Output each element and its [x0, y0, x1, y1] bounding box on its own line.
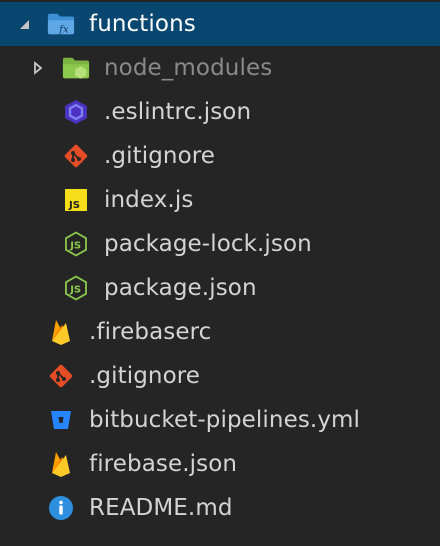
tree-item-label: .gitignore: [104, 143, 216, 169]
tree-item-readme[interactable]: README.md: [0, 486, 440, 530]
tree-item-label: functions: [89, 11, 196, 37]
tree-item-label: index.js: [104, 187, 194, 213]
tree-item-eslintrc[interactable]: .eslintrc.json: [0, 90, 440, 134]
file-explorer: fx functions node_modules .eslintrc.json: [0, 0, 440, 546]
info-icon: [47, 486, 75, 530]
firebase-icon: [47, 442, 75, 486]
svg-text:fx: fx: [58, 23, 69, 35]
tree-item-firebase-json[interactable]: firebase.json: [0, 442, 440, 486]
tree-item-label: package.json: [104, 275, 257, 301]
tree-item-gitignore[interactable]: .gitignore: [0, 354, 440, 398]
git-icon: [47, 354, 75, 398]
tree-item-package-lock-json[interactable]: JS package-lock.json: [0, 222, 440, 266]
tree-item-index-js[interactable]: JS index.js: [0, 178, 440, 222]
svg-text:JS: JS: [69, 285, 81, 296]
tree-item-bitbucket-pipelines[interactable]: bitbucket-pipelines.yml: [0, 398, 440, 442]
tree-item-label: firebase.json: [89, 451, 238, 477]
functions-folder-icon: fx: [47, 2, 75, 46]
tree-item-label: .eslintrc.json: [104, 99, 252, 125]
tree-item-label: node_modules: [104, 55, 273, 81]
tree-item-functions-folder[interactable]: fx functions: [0, 2, 440, 46]
eslint-icon: [62, 90, 90, 134]
bitbucket-icon: [47, 398, 75, 442]
tree-item-label: package-lock.json: [104, 231, 312, 257]
chevron-right-icon[interactable]: [28, 46, 48, 90]
tree-item-label: .firebaserc: [89, 319, 212, 345]
svg-text:JS: JS: [69, 241, 81, 252]
git-icon: [62, 134, 90, 178]
nodejs-icon: JS: [62, 222, 90, 266]
tree-item-label: README.md: [89, 495, 233, 521]
node-folder-icon: [62, 46, 90, 90]
tree-item-node-modules-folder[interactable]: node_modules: [0, 46, 440, 90]
tree-item-label: bitbucket-pipelines.yml: [89, 407, 361, 433]
tree-item-package-json[interactable]: JS package.json: [0, 266, 440, 310]
javascript-icon: JS: [62, 178, 90, 222]
svg-text:JS: JS: [68, 200, 80, 211]
tree-item-firebaserc[interactable]: .firebaserc: [0, 310, 440, 354]
tree-item-label: .gitignore: [89, 363, 201, 389]
nodejs-icon: JS: [62, 266, 90, 310]
chevron-down-icon[interactable]: [14, 2, 34, 46]
tree-item-gitignore[interactable]: .gitignore: [0, 134, 440, 178]
firebase-icon: [47, 310, 75, 354]
